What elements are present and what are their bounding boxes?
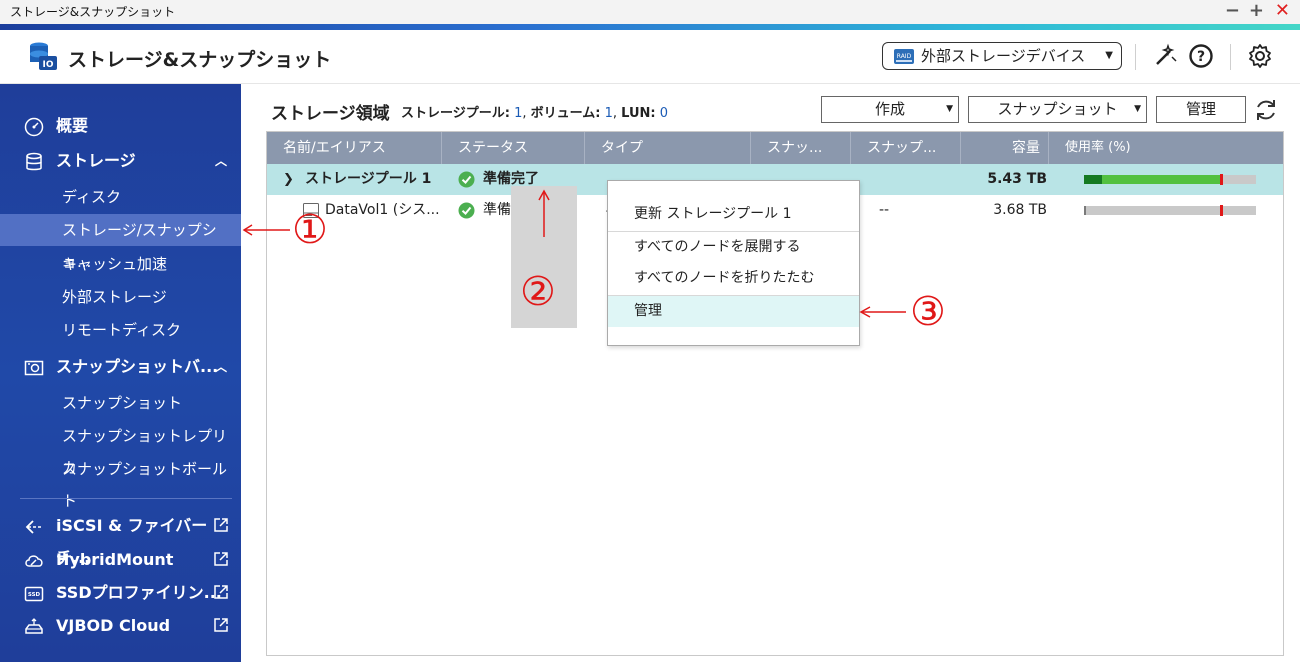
check-circle-icon xyxy=(458,202,475,219)
camera-icon xyxy=(24,360,44,376)
chevron-down-icon: ▼ xyxy=(946,104,953,114)
sidebar-item-label: ストレージ xyxy=(56,151,136,170)
context-menu-item-refresh[interactable]: 更新 ストレージプール 1 xyxy=(608,199,859,230)
sidebar-item-label: SSDプロファイリン... xyxy=(56,583,222,602)
external-link-icon[interactable] xyxy=(213,551,229,567)
manage-button[interactable]: 管理 xyxy=(1156,96,1246,123)
refresh-icon[interactable] xyxy=(1253,97,1279,123)
chevron-up-icon[interactable]: ︿ xyxy=(215,145,227,177)
chevron-down-icon: ▼ xyxy=(1134,104,1141,114)
column-header-capacity[interactable]: 容量 xyxy=(961,132,1049,164)
sidebar: 概要 ストレージ ︿ ディスク ストレージ/スナップショ... キャッシュ加速 … xyxy=(0,84,241,662)
raid-device-icon: RAID xyxy=(894,49,914,64)
sidebar-item-storage[interactable]: ストレージ ︿ xyxy=(0,145,241,177)
header-divider xyxy=(1230,44,1231,70)
context-menu: 更新 ストレージプール 1 すべてのノードを展開する すべてのノードを折りたたむ… xyxy=(607,180,860,346)
sidebar-item-label: スナップショットボールト xyxy=(62,460,228,510)
svg-text:SSD: SSD xyxy=(28,592,41,598)
page-title: ストレージ領域 xyxy=(271,104,390,124)
main-panel: ストレージ領域 ストレージプール: 1, ボリューム: 1, LUN: 0 作成… xyxy=(241,84,1300,662)
sidebar-item-external-storage[interactable]: 外部ストレージ xyxy=(0,281,241,313)
close-icon[interactable]: ✕ xyxy=(1275,0,1290,24)
volume-name: DataVol1 (シス... xyxy=(325,202,440,218)
pool-name: ストレージプール 1 xyxy=(305,171,432,187)
iscsi-icon xyxy=(25,520,42,534)
cloud-icon xyxy=(25,555,43,567)
snapshot-button[interactable]: スナップショット ▼ xyxy=(968,96,1147,123)
sidebar-item-label: VJBOD Cloud xyxy=(56,616,171,635)
storage-app-icon: IO xyxy=(30,42,57,70)
sidebar-item-snapshot-vault[interactable]: スナップショットボールト xyxy=(0,453,241,510)
annotation-circle-1: ① xyxy=(292,207,328,253)
help-icon[interactable]: ? xyxy=(1188,43,1214,69)
context-menu-item-manage[interactable]: 管理 xyxy=(608,296,859,327)
svg-text:?: ? xyxy=(1197,49,1205,65)
storage-summary: ストレージプール: 1, ボリューム: 1, LUN: 0 xyxy=(401,106,669,121)
ssd-icon: SSD xyxy=(24,586,44,602)
sidebar-item-snapshot-replica[interactable]: スナップショットレプリカ xyxy=(0,420,241,477)
sidebar-item-label: キャッシュ加速 xyxy=(62,255,168,273)
column-header-usage[interactable]: 使用率 (%) xyxy=(1049,132,1283,164)
annotation-circle-3: ③ xyxy=(910,289,946,335)
sidebar-item-disk[interactable]: ディスク xyxy=(0,181,241,213)
column-header-type[interactable]: タイプ xyxy=(585,132,751,164)
app-title: ストレージ&スナップショット xyxy=(68,49,332,71)
sidebar-item-label: 概要 xyxy=(56,116,89,135)
column-header-name[interactable]: 名前/エイリアス xyxy=(267,132,442,164)
column-header-snapshot2[interactable]: スナップ... xyxy=(851,132,961,164)
external-storage-device-button[interactable]: RAID 外部ストレージデバイス ▼ xyxy=(882,42,1122,70)
magic-wand-icon[interactable] xyxy=(1152,43,1178,69)
volume-usage-bar xyxy=(1084,205,1256,216)
column-header-snapshot1[interactable]: スナッ... xyxy=(751,132,851,164)
database-icon xyxy=(26,152,42,171)
context-menu-item-expand-all[interactable]: すべてのノードを展開する xyxy=(608,232,859,263)
sidebar-item-cache-acceleration[interactable]: キャッシュ加速 xyxy=(0,248,241,280)
svg-text:RAID: RAID xyxy=(897,53,912,60)
chevron-down-icon: ▼ xyxy=(1105,50,1113,61)
column-header-status[interactable]: ステータス xyxy=(442,132,585,164)
maximize-icon[interactable]: + xyxy=(1249,0,1264,24)
sidebar-item-snapshot-backup[interactable]: スナップショットバ... ︿ xyxy=(0,351,241,383)
sidebar-item-label: スナップショット xyxy=(62,394,183,412)
check-circle-icon xyxy=(458,171,475,188)
create-button[interactable]: 作成 ▼ xyxy=(821,96,959,123)
sidebar-item-ssd-profiling[interactable]: SSD SSDプロファイリン... xyxy=(0,577,241,609)
sidebar-item-label: 外部ストレージ xyxy=(62,288,167,306)
external-link-icon[interactable] xyxy=(213,584,229,600)
external-link-icon[interactable] xyxy=(213,617,229,633)
app-header: IO ストレージ&スナップショット RAID 外部ストレージデバイス ▼ ? xyxy=(0,30,1300,84)
sidebar-item-storage-snapshot[interactable]: ストレージ/スナップショ... xyxy=(0,214,241,271)
sidebar-item-label: ディスク xyxy=(62,188,121,206)
chevron-up-icon[interactable]: ︿ xyxy=(215,351,227,383)
vjbod-cloud-icon xyxy=(25,618,43,634)
pool-capacity: 5.43 TB xyxy=(987,171,1047,187)
sidebar-item-label: リモートディスク xyxy=(62,321,181,339)
volume-status: 準備 xyxy=(483,202,511,218)
window-title: ストレージ&スナップショット xyxy=(10,5,176,19)
pool-usage-bar xyxy=(1084,174,1256,185)
sidebar-divider xyxy=(20,498,232,499)
sidebar-item-label: スナップショットバ... xyxy=(56,357,219,376)
context-menu-item-collapse-all[interactable]: すべてのノードを折りたたむ xyxy=(608,263,859,294)
gear-icon[interactable] xyxy=(1247,43,1273,69)
sidebar-item-snapshot[interactable]: スナップショット xyxy=(0,387,241,419)
table-header: 名前/エイリアス ステータス タイプ スナッ... スナップ... 容量 使用率… xyxy=(267,132,1283,164)
sidebar-item-iscsi[interactable]: iSCSI & ファイバーチ... xyxy=(0,510,241,567)
annotation-circle-2: ② xyxy=(520,269,556,315)
sidebar-item-hybridmount[interactable]: HybridMount xyxy=(0,544,241,576)
volume-capacity: 3.68 TB xyxy=(993,202,1047,218)
sidebar-item-remote-disk[interactable]: リモートディスク xyxy=(0,314,241,346)
external-storage-device-label: 外部ストレージデバイス xyxy=(921,47,1086,65)
gauge-icon xyxy=(24,117,44,137)
window-titlebar: ストレージ&スナップショット − + ✕ xyxy=(0,0,1300,24)
svg-text:IO: IO xyxy=(43,60,54,70)
sidebar-item-overview[interactable]: 概要 xyxy=(0,110,241,142)
minimize-icon[interactable]: − xyxy=(1225,0,1240,24)
sidebar-item-vjbod-cloud[interactable]: VJBOD Cloud xyxy=(0,610,241,642)
chevron-down-icon[interactable]: ❯ xyxy=(283,164,294,195)
header-divider xyxy=(1135,44,1136,70)
external-link-icon[interactable] xyxy=(213,517,229,533)
sidebar-item-label: HybridMount xyxy=(56,550,174,569)
volume-snapshot: -- xyxy=(879,202,890,218)
